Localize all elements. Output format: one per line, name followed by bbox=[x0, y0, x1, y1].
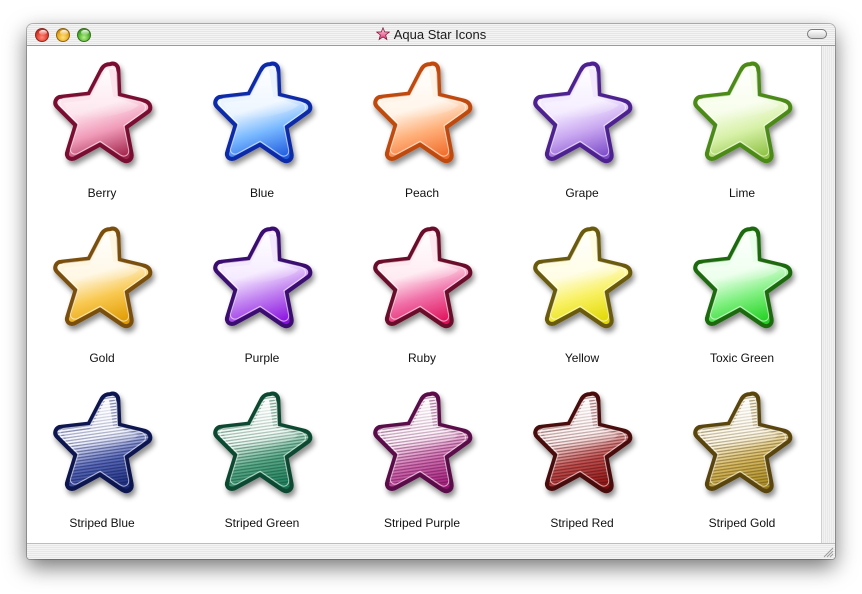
icon-item[interactable]: Grape bbox=[522, 50, 642, 200]
star-icon bbox=[375, 27, 390, 41]
star-icon bbox=[533, 61, 633, 164]
window-title-text: Aqua Star Icons bbox=[393, 27, 487, 42]
icon-label: Striped Purple bbox=[383, 516, 461, 530]
star-icon bbox=[533, 391, 633, 494]
icon-label: Blue bbox=[249, 186, 275, 200]
finder-window: Aqua Star Icons Berry Blue Peach Grape Lime G… bbox=[27, 24, 835, 559]
star-icon bbox=[373, 61, 473, 164]
icon-item[interactable]: Gold bbox=[42, 215, 162, 365]
toolbar-toggle-button[interactable] bbox=[807, 29, 827, 39]
icon-item[interactable]: Striped Blue bbox=[42, 380, 162, 530]
vertical-scrollbar[interactable] bbox=[821, 46, 835, 543]
status-bar bbox=[27, 543, 835, 559]
star-icon bbox=[693, 391, 793, 494]
icon-item[interactable]: Yellow bbox=[522, 215, 642, 365]
resize-grip-icon[interactable] bbox=[821, 545, 834, 558]
icon-item[interactable]: Purple bbox=[202, 215, 322, 365]
icon-label: Purple bbox=[244, 351, 280, 365]
star-icon bbox=[373, 226, 473, 329]
icon-label: Grape bbox=[565, 186, 599, 200]
icon-item[interactable]: Ruby bbox=[362, 215, 482, 365]
icon-label: Yellow bbox=[564, 351, 600, 365]
icon-item[interactable]: Striped Green bbox=[202, 380, 322, 530]
star-icon bbox=[693, 61, 793, 164]
icon-item[interactable]: Striped Purple bbox=[362, 380, 482, 530]
icon-label: Ruby bbox=[407, 351, 436, 365]
icon-item[interactable]: Toxic Green bbox=[682, 215, 802, 365]
star-icon bbox=[53, 61, 153, 164]
icon-item[interactable]: Blue bbox=[202, 50, 322, 200]
star-icon bbox=[693, 226, 793, 329]
star-icon bbox=[213, 226, 313, 329]
icon-item[interactable]: Striped Red bbox=[522, 380, 642, 530]
window-title: Aqua Star Icons bbox=[27, 24, 835, 46]
star-icon bbox=[213, 391, 313, 494]
star-icon bbox=[53, 226, 153, 329]
icon-item[interactable]: Peach bbox=[362, 50, 482, 200]
icon-grid: Berry Blue Peach Grape Lime Gold Purple Ruby Yel… bbox=[27, 46, 821, 543]
icon-label: Striped Gold bbox=[708, 516, 776, 530]
icon-item[interactable]: Lime bbox=[682, 50, 802, 200]
icon-item[interactable]: Berry bbox=[42, 50, 162, 200]
icon-label: Berry bbox=[87, 186, 117, 200]
icon-label: Toxic Green bbox=[709, 351, 775, 365]
star-icon bbox=[53, 391, 153, 494]
icon-item[interactable]: Striped Gold bbox=[682, 380, 802, 530]
star-icon bbox=[213, 61, 313, 164]
star-icon bbox=[533, 226, 633, 329]
star-icon bbox=[373, 391, 473, 494]
icon-label: Striped Green bbox=[224, 516, 300, 530]
icon-label: Striped Red bbox=[550, 516, 614, 530]
icon-label: Gold bbox=[89, 351, 115, 365]
icon-label: Striped Blue bbox=[69, 516, 135, 530]
icon-label: Peach bbox=[404, 186, 440, 200]
icon-label: Lime bbox=[728, 186, 755, 200]
title-bar[interactable]: Aqua Star Icons bbox=[27, 24, 835, 46]
